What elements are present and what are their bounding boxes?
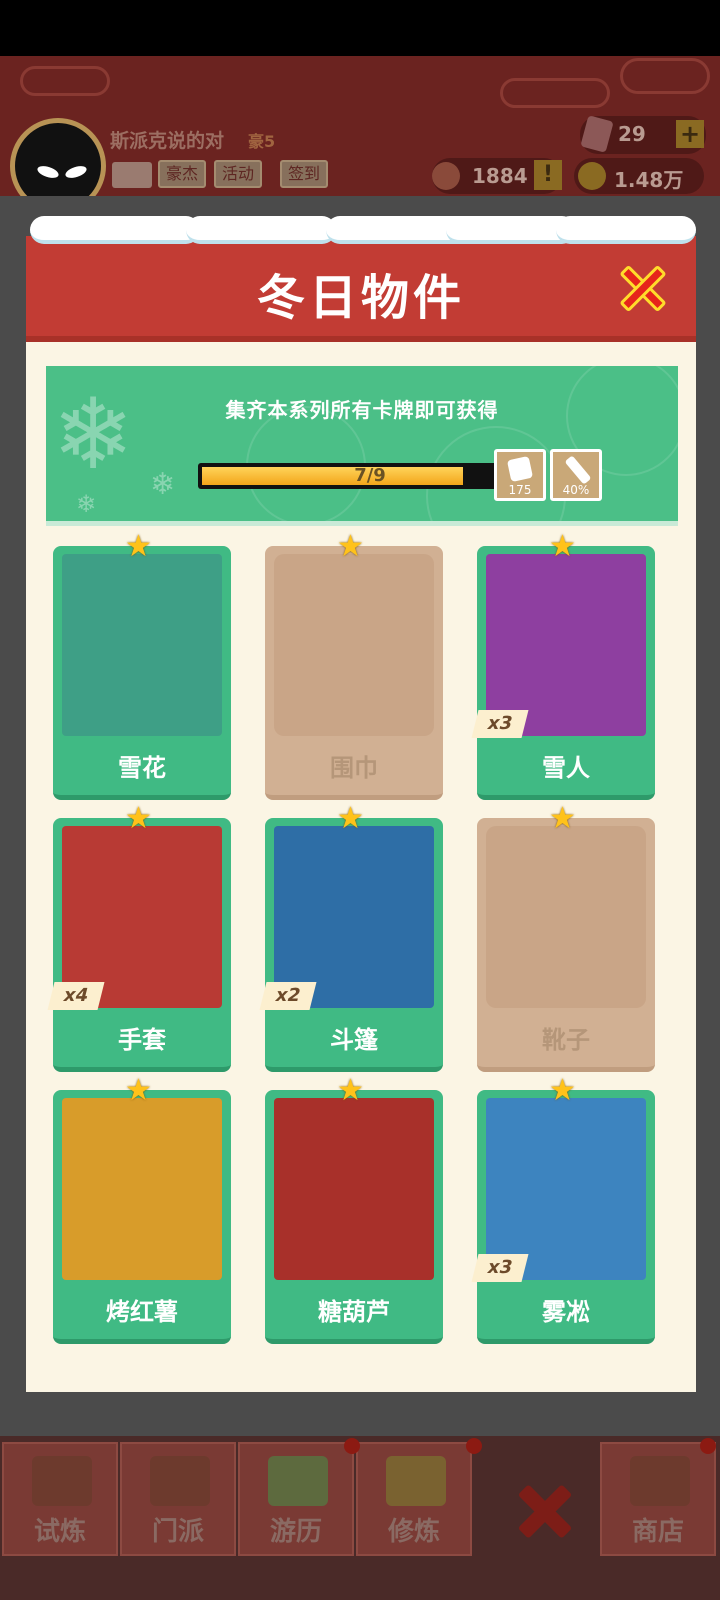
reward-label: 175 bbox=[508, 483, 532, 497]
notification-dot bbox=[344, 1438, 360, 1454]
card-name: 雪花 bbox=[118, 754, 166, 782]
book-icon bbox=[386, 1456, 446, 1506]
collection-card[interactable]: ★ 手套 x4 bbox=[47, 804, 231, 1072]
events-button[interactable]: 活动 bbox=[214, 160, 263, 188]
panel-header: 冬日物件 bbox=[26, 216, 696, 342]
star-icon: ★ bbox=[549, 1073, 576, 1108]
gem-count: 29 bbox=[618, 122, 646, 146]
mail-icon[interactable] bbox=[112, 162, 152, 188]
rank-label: 豪5 bbox=[248, 132, 276, 151]
nav-label: 修炼 bbox=[387, 1517, 440, 1547]
card-art bbox=[486, 826, 646, 1008]
card-count-badge: x4 bbox=[47, 982, 105, 1010]
collection-card[interactable]: ★ 靴子 bbox=[477, 804, 655, 1072]
reward-banner: ❄ ❄ ❄ 集齐本系列所有卡牌即可获得 7/9 175 40% bbox=[46, 366, 678, 526]
nav-sect[interactable]: 门派 bbox=[120, 1442, 236, 1556]
snowflake-icon: ❄ bbox=[150, 467, 176, 502]
star-icon: ★ bbox=[125, 1073, 152, 1108]
scroll-icon bbox=[32, 1456, 92, 1506]
card-name: 烤红薯 bbox=[106, 1298, 178, 1326]
dice-icon bbox=[506, 455, 534, 483]
card-name: 靴子 bbox=[542, 1026, 590, 1054]
card-art bbox=[486, 554, 646, 736]
collection-card[interactable]: ★ 围巾 bbox=[265, 532, 443, 800]
card-name: 糖葫芦 bbox=[318, 1298, 390, 1326]
reward-dice[interactable]: 175 bbox=[494, 449, 546, 501]
collection-card[interactable]: ★ 雪花 bbox=[53, 532, 231, 800]
notification-dot bbox=[466, 1438, 482, 1454]
power-value: 1884 bbox=[472, 164, 528, 188]
nav-trial[interactable]: 试炼 bbox=[2, 1442, 118, 1556]
collection-panel: 冬日物件 ❄ ❄ ❄ 集齐本系列所有卡牌即可获得 7/9 175 40% ★ 雪花… bbox=[26, 216, 696, 1392]
alert-button[interactable]: ! bbox=[534, 160, 562, 190]
card-name: 围巾 bbox=[330, 754, 378, 782]
card-art bbox=[274, 1098, 434, 1280]
star-icon: ★ bbox=[337, 801, 364, 836]
collection-card[interactable]: ★ 糖葫芦 bbox=[265, 1076, 443, 1344]
nav-label: 商店 bbox=[631, 1517, 684, 1547]
temple-icon bbox=[150, 1456, 210, 1506]
collection-card[interactable]: ★ 烤红薯 bbox=[53, 1076, 231, 1344]
nav-label: 游历 bbox=[269, 1517, 322, 1547]
star-icon: ★ bbox=[125, 529, 152, 564]
card-name: 斗篷 bbox=[330, 1026, 378, 1054]
collection-card[interactable]: ★ 雪人 x3 bbox=[471, 532, 655, 800]
player-name: 斯派克说的对 bbox=[110, 130, 225, 152]
card-count-badge: x2 bbox=[259, 982, 317, 1010]
coin-value: 1.48万 bbox=[614, 168, 684, 192]
card-count-badge: x3 bbox=[471, 710, 529, 738]
status-bar-area bbox=[0, 0, 720, 56]
checkin-button[interactable]: 签到 bbox=[280, 160, 329, 188]
card-art bbox=[62, 554, 222, 736]
panel-title: 冬日物件 bbox=[256, 270, 465, 326]
card-art bbox=[274, 554, 434, 736]
shop-icon bbox=[630, 1456, 690, 1506]
star-icon: ★ bbox=[337, 1073, 364, 1108]
mountain-icon bbox=[268, 1456, 328, 1506]
nav-label: 门派 bbox=[151, 1517, 204, 1547]
nav-close-button[interactable] bbox=[510, 1476, 580, 1546]
reward-sword[interactable]: 40% bbox=[550, 449, 602, 501]
star-icon: ★ bbox=[125, 801, 152, 836]
close-button[interactable] bbox=[612, 258, 672, 318]
card-count-badge: x3 bbox=[471, 1254, 529, 1282]
card-art bbox=[62, 1098, 222, 1280]
nav-shop[interactable]: 商店 bbox=[600, 1442, 716, 1556]
notification-dot bbox=[700, 1438, 716, 1454]
bottom-nav: 试炼 门派 游历 修炼 商店 bbox=[0, 1436, 720, 1600]
power-icon bbox=[432, 162, 460, 190]
collection-card[interactable]: ★ 雾凇 x3 bbox=[471, 1076, 655, 1344]
card-name: 雾凇 bbox=[542, 1298, 590, 1326]
card-art bbox=[486, 1098, 646, 1280]
coin-icon bbox=[578, 162, 606, 190]
star-icon: ★ bbox=[549, 529, 576, 564]
snowflake-icon: ❄ bbox=[76, 490, 97, 518]
card-art bbox=[274, 826, 434, 1008]
star-icon: ★ bbox=[549, 801, 576, 836]
reward-label: 40% bbox=[562, 483, 590, 497]
heroes-button[interactable]: 豪杰 bbox=[158, 160, 207, 188]
nav-cultivate[interactable]: 修炼 bbox=[356, 1442, 472, 1556]
card-name: 手套 bbox=[118, 1026, 166, 1054]
nav-label: 试炼 bbox=[33, 1517, 86, 1547]
sword-icon bbox=[564, 455, 592, 485]
nav-travel[interactable]: 游历 bbox=[238, 1442, 354, 1556]
banner-text: 集齐本系列所有卡牌即可获得 bbox=[225, 398, 499, 422]
card-name: 雪人 bbox=[542, 754, 590, 782]
card-art bbox=[62, 826, 222, 1008]
collection-card[interactable]: ★ 斗篷 x2 bbox=[259, 804, 443, 1072]
add-gems-button[interactable]: + bbox=[676, 120, 704, 148]
star-icon: ★ bbox=[337, 529, 364, 564]
progress-text: 7/9 bbox=[354, 465, 386, 486]
collection-progress-bar: 7/9 bbox=[198, 463, 542, 489]
